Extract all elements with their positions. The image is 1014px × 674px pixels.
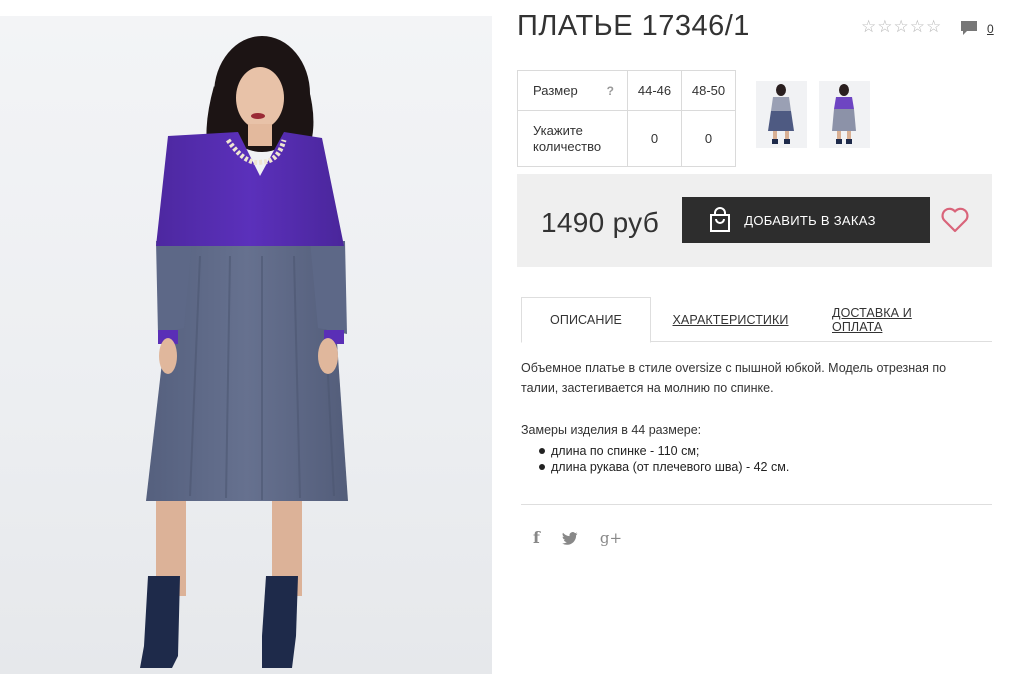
comments-count[interactable]: 0: [987, 22, 994, 36]
divider: [521, 504, 992, 505]
star-icon[interactable]: ☆: [894, 18, 909, 36]
shopping-bag-icon: [710, 207, 731, 232]
product-tabs: ОПИСАНИЕ ХАРАКТЕРИСТИКИ ДОСТАВКА И ОПЛАТ…: [521, 297, 992, 343]
list-item: длина рукава (от плечевого шва) - 42 см.: [538, 459, 789, 475]
product-thumbnail[interactable]: [756, 81, 807, 148]
product-title: ПЛАТЬЕ 17346/1: [517, 10, 750, 42]
size-label: Размер: [533, 83, 578, 98]
add-to-order-button[interactable]: ДОБАВИТЬ В ЗАКАЗ: [682, 197, 930, 243]
social-share: f g+: [533, 528, 622, 548]
star-icon[interactable]: ☆: [861, 18, 876, 36]
size-option: 44-46: [627, 70, 682, 111]
list-item: длина по спинке - 110 см;: [538, 443, 789, 459]
product-thumbnail[interactable]: [819, 81, 870, 148]
facebook-icon[interactable]: f: [533, 528, 540, 548]
twitter-icon[interactable]: [561, 531, 578, 545]
star-icon[interactable]: ☆: [877, 18, 892, 36]
quantity-input[interactable]: 0: [627, 110, 682, 167]
thumbnail-list: [756, 81, 870, 148]
measures-list: длина по спинке - 110 см; длина рукава (…: [538, 443, 789, 475]
size-help-icon[interactable]: ?: [607, 84, 614, 98]
size-label-cell: Размер ?: [517, 70, 628, 111]
quantity-input[interactable]: 0: [681, 110, 736, 167]
rating-stars[interactable]: ☆ ☆ ☆ ☆ ☆: [861, 18, 941, 36]
tab-description[interactable]: ОПИСАНИЕ: [521, 297, 651, 343]
comments-link[interactable]: 0: [960, 19, 994, 37]
size-option: 48-50: [681, 70, 736, 111]
comment-icon: [961, 21, 977, 35]
measures-title: Замеры изделия в 44 размере:: [521, 423, 702, 437]
size-table: Размер ? 44-46 48-50 Укажите количество …: [517, 70, 736, 167]
heart-icon[interactable]: [941, 207, 969, 233]
star-icon[interactable]: ☆: [926, 18, 941, 36]
product-thumbnail-side-icon: [832, 84, 856, 144]
product-description: Объемное платье в стиле oversize с пышно…: [521, 361, 947, 395]
star-icon[interactable]: ☆: [910, 18, 925, 36]
tab-delivery-payment[interactable]: ДОСТАВКА И ОПЛАТА: [832, 297, 960, 342]
dress-model-icon: [140, 36, 348, 668]
quantity-label: Укажите количество: [517, 110, 628, 167]
add-to-order-label: ДОБАВИТЬ В ЗАКАЗ: [744, 212, 876, 228]
product-price: 1490 руб: [541, 207, 660, 238]
price-panel: 1490 руб ДОБАВИТЬ В ЗАКАЗ: [517, 174, 992, 267]
product-photo[interactable]: [0, 16, 492, 674]
google-plus-icon[interactable]: g+: [600, 528, 622, 548]
product-thumbnail-front-icon: [768, 84, 794, 144]
tab-characteristics[interactable]: ХАРАКТЕРИСТИКИ: [673, 297, 789, 342]
